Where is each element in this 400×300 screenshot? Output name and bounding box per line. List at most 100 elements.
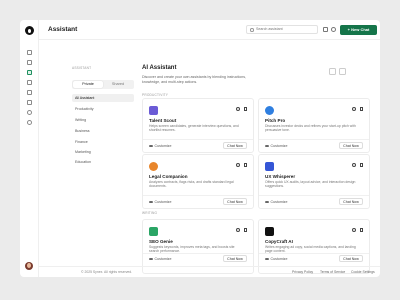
folder-icon[interactable] — [27, 80, 32, 85]
category-finance[interactable]: Finance — [72, 138, 134, 146]
category-education[interactable]: Education — [72, 158, 134, 166]
customize-label: Customize — [154, 200, 172, 204]
top-header: Assistant + New Chat — [39, 20, 380, 40]
eye-icon — [265, 200, 269, 204]
main-title: AI Assistant — [142, 65, 177, 71]
eye-icon — [149, 144, 153, 148]
card-divider — [143, 139, 253, 140]
card-title: Pitch Pro — [265, 118, 286, 123]
trash-icon[interactable] — [244, 163, 247, 167]
logo-icon[interactable] — [25, 26, 34, 35]
customize-label: Customize — [270, 200, 288, 204]
trash-icon[interactable] — [360, 228, 363, 232]
trash-icon[interactable] — [360, 163, 363, 167]
settings-icon[interactable] — [331, 27, 336, 32]
section-label-productivity: PRODUCTIVITY — [142, 93, 169, 97]
trash-icon[interactable] — [244, 107, 247, 111]
chat-now-button[interactable]: Chat Now — [339, 255, 363, 262]
footer: © 2025 Synex. All rights reserved. Priva… — [39, 266, 380, 277]
private-shared-toggle: Private Shared — [72, 80, 134, 89]
trash-icon[interactable] — [360, 107, 363, 111]
share-icon[interactable] — [352, 107, 356, 111]
customize-label: Customize — [270, 257, 288, 261]
card-divider — [259, 195, 369, 196]
card-description: Analyzes contracts, flags risks, and dra… — [149, 180, 234, 189]
customize-button[interactable]: Customize — [149, 144, 171, 148]
category-all-assistant[interactable]: All Assistant — [72, 94, 134, 102]
customize-button[interactable]: Customize — [265, 257, 287, 261]
terms-of-service-link[interactable]: Terms of Service — [320, 270, 345, 274]
talent-icon — [149, 106, 158, 115]
grid-icon[interactable] — [27, 100, 32, 105]
page-title: Assistant — [48, 26, 78, 33]
card-description: Offers quick UX audits, layout advice, a… — [265, 180, 356, 189]
search-input[interactable] — [256, 27, 316, 31]
category-business[interactable]: Business — [72, 127, 134, 135]
card-title: CopyCraft AI — [265, 239, 293, 244]
section-label-writing: WRITING — [142, 211, 158, 215]
customize-label: Customize — [270, 144, 288, 148]
home-icon[interactable] — [27, 50, 32, 55]
chat-now-button[interactable]: Chat Now — [339, 142, 363, 149]
customize-button[interactable]: Customize — [265, 200, 287, 204]
customize-label: Customize — [154, 144, 172, 148]
card-divider — [143, 253, 253, 254]
customize-button[interactable]: Customize — [149, 200, 171, 204]
legal-icon — [149, 162, 158, 171]
share-icon[interactable] — [352, 228, 356, 232]
settings-icon[interactable] — [27, 120, 32, 125]
cookie-settings-link[interactable]: Cookie Settings — [351, 270, 375, 274]
chat-now-button[interactable]: Chat Now — [223, 198, 247, 205]
privacy-policy-link[interactable]: Privacy Policy — [292, 270, 313, 274]
card-divider — [259, 253, 369, 254]
ux-icon — [265, 162, 274, 171]
main-description: Discover and create your own assistants … — [142, 75, 247, 84]
documents-icon[interactable] — [27, 90, 32, 95]
search-icon — [250, 28, 254, 32]
search-box[interactable] — [246, 25, 318, 34]
toggle-private[interactable]: Private — [73, 81, 103, 88]
history-icon[interactable] — [27, 110, 32, 115]
card-description: Helps screen candidates, generate interv… — [149, 124, 239, 133]
eye-icon — [149, 200, 153, 204]
new-chat-button[interactable]: + New Chat — [340, 25, 377, 35]
trash-icon[interactable] — [244, 228, 247, 232]
customize-label: Customize — [154, 257, 172, 261]
chat-now-button[interactable]: Chat Now — [339, 198, 363, 205]
card-title: UX Whisperer — [265, 174, 296, 179]
avatar[interactable] — [25, 262, 33, 270]
assistant-card: Talent Scout Helps screen candidates, ge… — [142, 98, 254, 153]
category-marketing[interactable]: Marketing — [72, 148, 134, 156]
chat-now-button[interactable]: Chat Now — [223, 142, 247, 149]
assistant-card: UX Whisperer Offers quick UX audits, lay… — [258, 154, 370, 209]
chat-icon[interactable] — [27, 60, 32, 65]
eye-icon — [265, 257, 269, 261]
share-icon[interactable] — [236, 163, 240, 167]
eye-icon — [265, 144, 269, 148]
assistant-card: Pitch Pro Discusses investor decks and r… — [258, 98, 370, 153]
card-title: SEO Genie — [149, 239, 173, 244]
assistant-card: Legal Companion Analyzes contracts, flag… — [142, 154, 254, 209]
app-window: Assistant + New Chat ASSISTANT Private S… — [20, 20, 380, 277]
customize-button[interactable]: Customize — [265, 144, 287, 148]
share-icon[interactable] — [236, 228, 240, 232]
assistant-icon[interactable] — [27, 70, 32, 75]
share-icon[interactable] — [236, 107, 240, 111]
panel-section-label: ASSISTANT — [72, 66, 92, 70]
chat-now-button[interactable]: Chat Now — [223, 255, 247, 262]
toggle-shared[interactable]: Shared — [103, 81, 133, 88]
card-divider — [143, 195, 253, 196]
list-view-icon[interactable] — [329, 68, 336, 75]
card-description: Discusses investor decks and refines you… — [265, 124, 356, 133]
seo-icon — [149, 227, 158, 236]
category-writing[interactable]: Writing — [72, 116, 134, 124]
share-icon[interactable] — [352, 163, 356, 167]
customize-button[interactable]: Customize — [149, 257, 171, 261]
grid-view-icon[interactable] — [339, 68, 346, 75]
category-productivity[interactable]: Productivity — [72, 105, 134, 113]
card-title: Talent Scout — [149, 118, 177, 123]
pitch-icon — [265, 106, 274, 115]
eye-icon — [149, 257, 153, 261]
copy-icon — [265, 227, 274, 236]
share-icon[interactable] — [323, 27, 328, 32]
